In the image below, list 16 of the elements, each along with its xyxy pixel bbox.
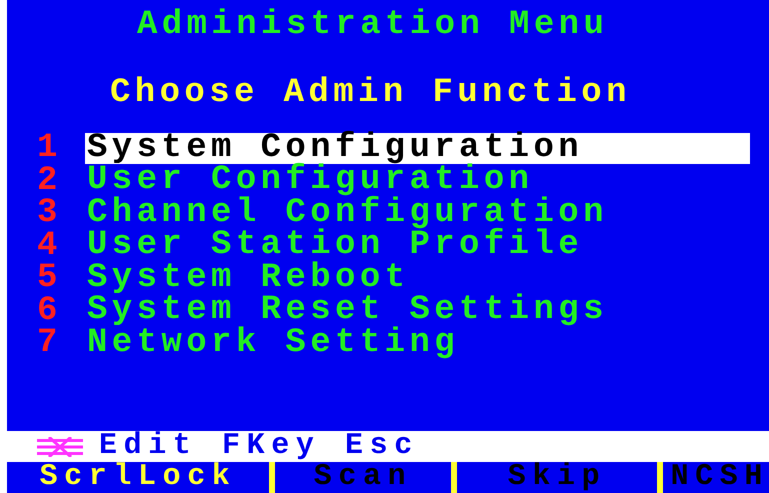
menu-item[interactable]: Network Setting bbox=[85, 328, 462, 359]
item-number: 1 bbox=[36, 129, 63, 168]
menu-item[interactable]: User Station Profile bbox=[85, 230, 586, 262]
menu-item[interactable]: Channel Configuration bbox=[85, 198, 610, 229]
status-indicator: Skip bbox=[457, 462, 663, 493]
menu-subtitle: Choose Admin Function bbox=[109, 73, 632, 114]
menu-item[interactable]: System Configuration bbox=[85, 132, 750, 164]
status-indicator: ScrlLock bbox=[7, 462, 275, 493]
status-indicator: Scan bbox=[275, 462, 457, 493]
menu-item[interactable]: System Reboot bbox=[85, 262, 412, 294]
help-text: Edit FKey Esc bbox=[99, 431, 419, 462]
menu-title: Administration Menu bbox=[136, 5, 610, 46]
menu-item[interactable]: System Reset Settings bbox=[85, 295, 610, 326]
keyboard-icon bbox=[35, 436, 85, 456]
menu-item[interactable]: User Configuration bbox=[85, 165, 536, 196]
status-indicator: NCSH bbox=[670, 462, 769, 493]
